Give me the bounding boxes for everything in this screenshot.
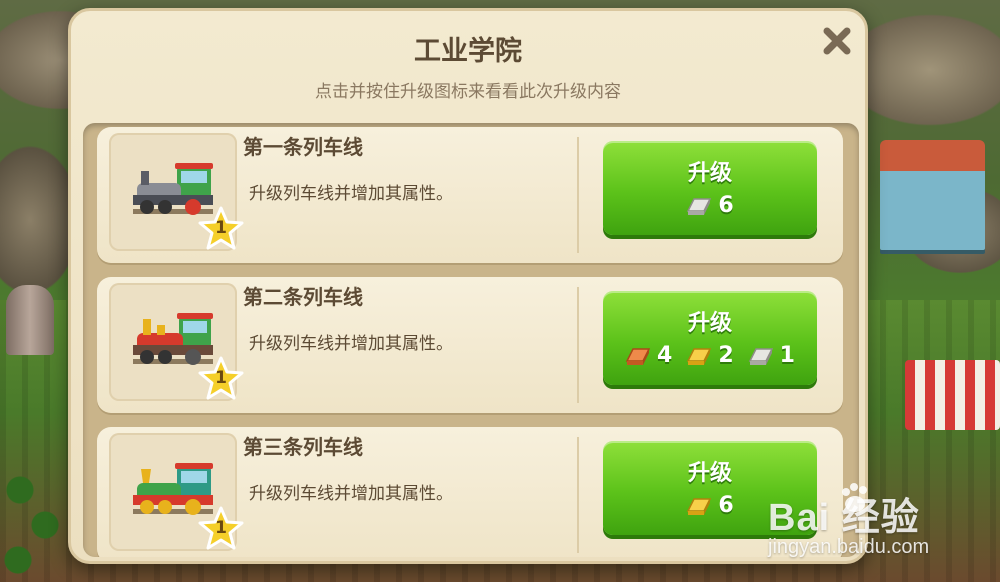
upgrade-button[interactable]: 升级 6 xyxy=(603,141,817,235)
thumbnail: 1 xyxy=(109,133,244,251)
item-title: 第三条列车线 xyxy=(243,435,363,459)
cost-list: 4 2 1 xyxy=(603,343,817,368)
upgrade-list[interactable]: 1 第一条列车线 升级列车线并增加其属性。 升级 6 1 第二条列车线 升级列车… xyxy=(83,123,859,557)
cost-silver: 6 xyxy=(686,193,734,218)
cost-amount: 6 xyxy=(718,193,734,218)
star-icon xyxy=(198,356,244,400)
silo xyxy=(6,285,54,355)
star-icon xyxy=(198,506,244,550)
divider xyxy=(577,287,579,403)
close-icon xyxy=(823,27,851,55)
cost-gold: 6 xyxy=(686,493,734,518)
dialog-subtitle: 点击并按住升级图标来看看此次升级内容 xyxy=(315,82,621,102)
cost-amount: 1 xyxy=(779,343,795,368)
item-title: 第一条列车线 xyxy=(243,135,363,159)
cost-gold: 2 xyxy=(686,343,734,368)
star-icon xyxy=(198,206,244,250)
item-description: 升级列车线并增加其属性。 xyxy=(249,484,453,504)
close-button[interactable] xyxy=(819,23,855,59)
market-stall xyxy=(905,360,1000,430)
building xyxy=(880,140,985,250)
industrial-academy-dialog: 工业学院 点击并按住升级图标来看看此次升级内容 1 第一条列车线 升级列车线并增… xyxy=(68,8,868,564)
upgrade-button[interactable]: 升级 6 xyxy=(603,441,817,535)
upgrade-button-label: 升级 xyxy=(687,461,732,486)
divider xyxy=(577,137,579,253)
cost-list: 6 xyxy=(603,193,817,218)
cost-amount: 4 xyxy=(657,343,673,368)
list-item-train-line-1: 1 第一条列车线 升级列车线并增加其属性。 升级 6 xyxy=(97,127,843,263)
list-item-train-line-3: 1 第三条列车线 升级列车线并增加其属性。 升级 6 xyxy=(97,427,843,557)
gold-ingot-icon xyxy=(687,497,712,515)
cost-list: 6 xyxy=(603,493,817,518)
item-description: 升级列车线并增加其属性。 xyxy=(249,184,453,204)
trees xyxy=(0,470,70,582)
upgrade-button-label: 升级 xyxy=(687,161,732,186)
cost-amount: 2 xyxy=(718,343,734,368)
cost-amount: 6 xyxy=(718,493,734,518)
gold-ingot-icon xyxy=(687,347,712,365)
silver-ingot-icon xyxy=(748,347,773,365)
thumbnail: 1 xyxy=(109,283,244,401)
divider xyxy=(577,437,579,553)
upgrade-button-label: 升级 xyxy=(687,311,732,336)
thumbnail: 1 xyxy=(109,433,244,551)
copper-ingot-icon xyxy=(625,347,651,365)
cost-copper: 4 xyxy=(625,343,672,368)
dialog-title: 工业学院 xyxy=(414,36,522,67)
silver-ingot-icon xyxy=(687,197,712,215)
upgrade-button[interactable]: 升级 4 2 1 xyxy=(603,291,817,385)
list-item-train-line-2: 1 第二条列车线 升级列车线并增加其属性。 升级 4 2 1 xyxy=(97,277,843,413)
item-title: 第二条列车线 xyxy=(243,285,363,309)
cost-silver: 1 xyxy=(748,343,795,368)
item-description: 升级列车线并增加其属性。 xyxy=(249,334,453,354)
